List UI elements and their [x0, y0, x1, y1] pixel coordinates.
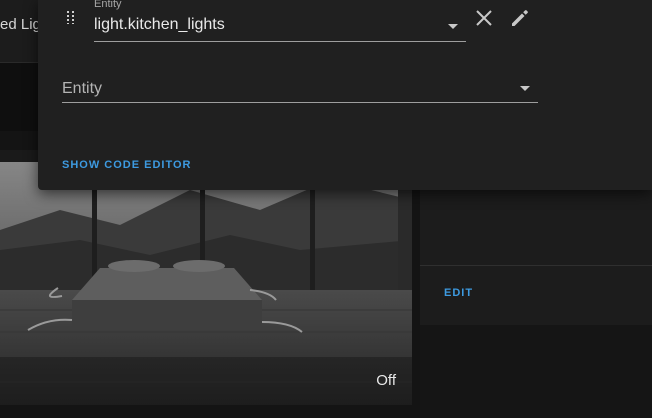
light-state: Off: [376, 372, 396, 389]
close-icon[interactable]: [472, 6, 496, 30]
entity-picker-label: Entity: [94, 0, 122, 10]
chevron-down-icon[interactable]: [520, 86, 530, 91]
add-entity-picker[interactable]: Entity: [62, 70, 538, 103]
drag-handle-icon[interactable]: [66, 10, 80, 24]
edit-card-button[interactable]: EDIT: [444, 287, 473, 299]
entities-editor-dialog: Entity light.kitchen_lights Entity SHOW …: [38, 0, 652, 190]
dashboard-editor: ed Lig Off EDIT Entity light.kitchen_lig…: [0, 0, 652, 418]
background-card-title: ed Lig: [0, 16, 40, 33]
background-card: EDIT: [420, 190, 652, 418]
show-code-editor-button[interactable]: SHOW CODE EDITOR: [62, 159, 191, 171]
picture-card-footer: Off: [0, 357, 412, 405]
add-entity-label: Entity: [62, 80, 103, 97]
background-card-body: [420, 325, 652, 418]
chevron-down-icon[interactable]: [448, 24, 458, 29]
background-card-title-wrap: ed Lig: [0, 0, 40, 62]
background-band: [0, 63, 40, 131]
entity-picker[interactable]: Entity light.kitchen_lights: [94, 0, 466, 42]
pencil-icon[interactable]: [508, 6, 532, 30]
divider: [420, 265, 652, 266]
entity-picker-value[interactable]: light.kitchen_lights: [94, 16, 225, 34]
